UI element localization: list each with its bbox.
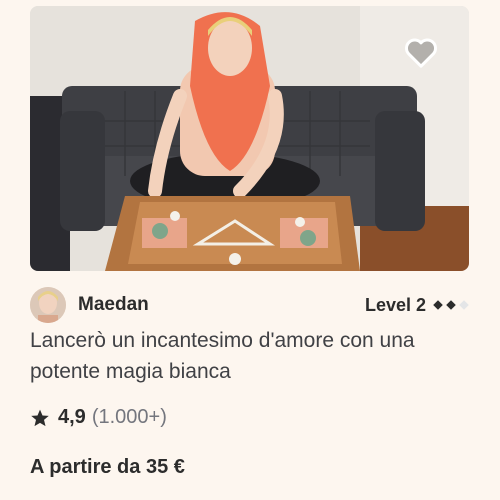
seller-row: Maedan Level 2 [30, 287, 470, 323]
favorite-heart-icon[interactable] [401, 32, 441, 72]
level-diamonds [432, 299, 470, 311]
diamond-icon [433, 300, 443, 310]
seller-level-label: Level 2 [364, 294, 426, 315]
seller-name[interactable]: Maedan [78, 294, 149, 316]
gig-thumbnail[interactable] [30, 6, 469, 271]
seller-avatar[interactable] [30, 287, 66, 323]
gig-title[interactable]: Lancerò un incantesimo d'amore con una p… [30, 325, 470, 387]
gig-price: A partire da 35 € [30, 456, 185, 478]
rating-score: 4,9 [58, 406, 86, 428]
seller-level: Level 2 [365, 295, 470, 316]
diamond-icon [446, 300, 456, 310]
gig-rating: 4,9 (1.000+) [30, 406, 167, 429]
rating-count: (1.000+) [91, 406, 167, 428]
gig-card[interactable]: Maedan Level 2 Lancerò un incantesimo d'… [0, 0, 500, 500]
star-icon [31, 409, 49, 426]
diamond-empty-icon [459, 300, 469, 310]
